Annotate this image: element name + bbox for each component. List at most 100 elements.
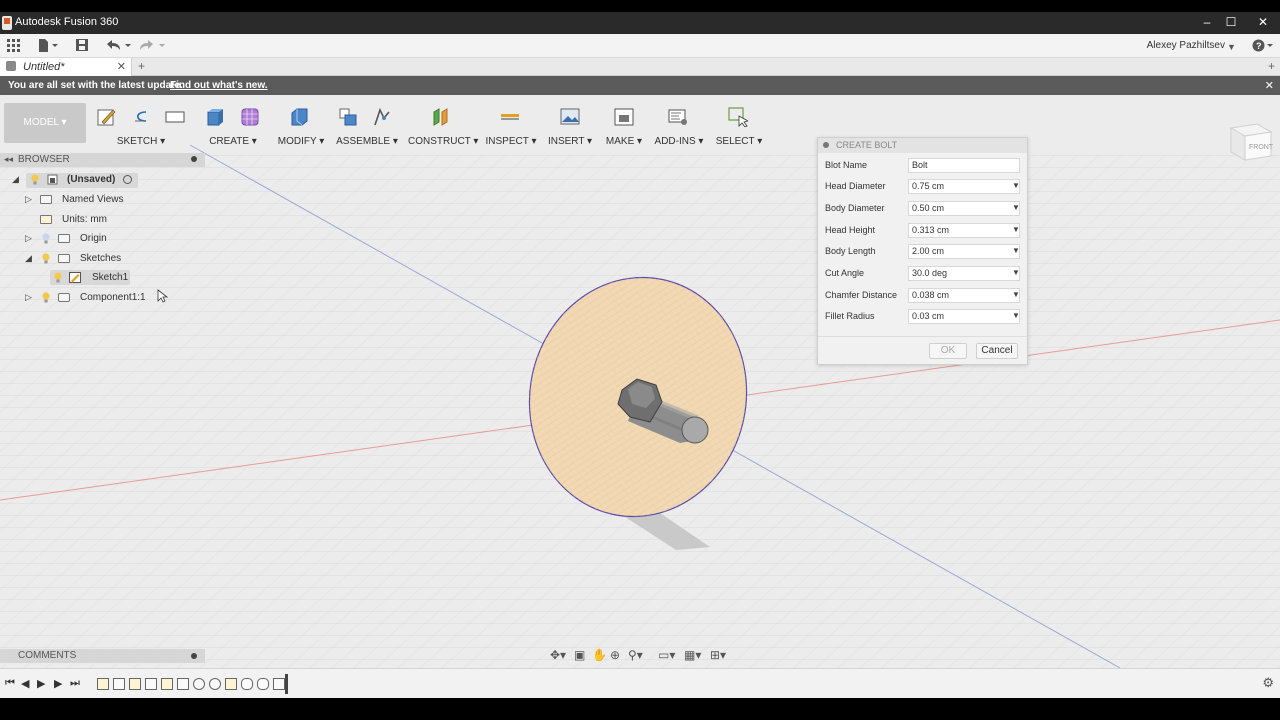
browser-item-component1[interactable]: ▷ Component1:1 [0,290,205,306]
step-back-icon[interactable]: ◀ [21,677,29,690]
head-diameter-input[interactable]: 0.75 cm [908,179,1020,194]
ribbon-group-inspect[interactable]: INSPECT ▾ [484,95,538,153]
close-window-button[interactable]: ✕ [1250,14,1276,32]
measure-icon[interactable] [500,107,520,127]
ribbon-group-sketch[interactable]: SKETCH ▾ [95,95,187,153]
dropdown-arrow-icon[interactable]: ▼ [1012,203,1020,212]
body-diameter-input[interactable]: 0.50 cm [908,201,1020,216]
comments-panel-header[interactable]: COMMENTS [0,649,205,663]
user-chevron-down-icon[interactable]: ▼ [1227,40,1236,54]
press-pull-icon[interactable] [289,107,309,127]
offset-plane-icon[interactable] [431,107,451,127]
browser-header[interactable]: ◂◂ BROWSER [0,153,205,167]
browser-item-units[interactable]: Units: mm [0,212,205,228]
ribbon-group-select[interactable]: SELECT ▾ [714,95,764,153]
display-settings-icon[interactable]: ▭▾ [658,648,675,662]
activate-radio-icon[interactable] [123,175,132,184]
cancel-button[interactable]: Cancel [976,343,1018,359]
timeline-sketch-feature-icon[interactable] [97,678,109,690]
pan-hand-icon[interactable]: ✋ [592,648,607,662]
ribbon-group-create[interactable]: CREATE ▾ [200,95,266,153]
browser-item-named-views[interactable]: ▷ Named Views [0,192,205,208]
ribbon-group-construct[interactable]: CONSTRUCT ▾ [408,95,478,153]
look-at-icon[interactable]: ▣ [574,648,585,662]
visibility-bulb-icon[interactable] [53,272,63,283]
timeline-feature-icon[interactable] [177,678,189,690]
dialog-header[interactable]: CREATE BOLT [818,138,1027,153]
browser-item-root[interactable]: ◢ (Unsaved) [0,172,205,188]
new-component-icon[interactable] [338,107,358,127]
grid-snap-icon[interactable]: ▦▾ [684,648,701,662]
notification-close-icon[interactable]: ✕ [1265,79,1274,92]
browser-item-origin[interactable]: ▷ Origin [0,231,205,247]
redo-icon[interactable] [140,39,166,55]
viewports-icon[interactable]: ⊞▾ [710,648,726,662]
dropdown-arrow-icon[interactable]: ▼ [1012,268,1020,277]
save-icon[interactable] [76,39,88,54]
visibility-bulb-icon[interactable] [41,233,51,244]
zoom-icon[interactable]: ⚲▾ [628,648,643,662]
ribbon-group-insert[interactable]: INSERT ▾ [546,95,594,153]
browser-item-sketch1[interactable]: Sketch1 [0,270,205,286]
cut-angle-input[interactable]: 30.0 deg [908,266,1020,281]
timeline-sketch-feature-icon[interactable] [225,678,237,690]
form-tspline-icon[interactable] [240,107,260,127]
line-tool-icon[interactable] [131,107,151,127]
ribbon-group-assemble[interactable]: ASSEMBLE ▾ [334,95,400,153]
timeline-settings-gear-icon[interactable]: ⚙ [1262,675,1274,691]
whats-new-link[interactable]: Find out what's new. [170,80,268,91]
file-menu-icon[interactable] [38,39,58,55]
visibility-bulb-icon[interactable] [30,174,40,185]
select-tool-icon[interactable] [728,107,748,127]
visibility-bulb-icon[interactable] [41,253,51,264]
ribbon-group-addins[interactable]: ADD-INS ▾ [654,95,704,153]
timeline-feature-icon[interactable] [145,678,157,690]
scripts-addins-icon[interactable] [668,107,688,127]
play-icon[interactable]: ▶ [37,677,45,690]
joint-icon[interactable] [372,107,392,127]
blot-name-input[interactable]: Bolt [908,158,1020,173]
tab-bar-new-tab-icon[interactable]: + [1268,59,1275,73]
new-tab-plus-icon[interactable]: + [138,59,145,73]
timeline-thread-icon[interactable] [273,678,285,690]
help-icon[interactable]: ? [1252,39,1274,55]
ribbon-group-make[interactable]: MAKE ▾ [602,95,646,153]
create-sketch-icon[interactable] [97,107,117,127]
go-to-end-icon[interactable]: ⏭ [70,677,80,690]
extrude-icon[interactable] [206,107,226,127]
fillet-radius-input[interactable]: 0.03 cm [908,309,1020,324]
timeline-sketch-feature-icon[interactable] [129,678,141,690]
view-cube[interactable]: FRONT [1225,118,1275,162]
rectangle-tool-icon[interactable] [165,107,185,127]
timeline-revolve-icon[interactable] [209,678,221,690]
expand-arrow-icon[interactable]: ◢ [12,174,19,185]
browser-item-sketches[interactable]: ◢ Sketches [0,251,205,267]
data-panel-grid-icon[interactable] [7,39,20,55]
minimize-button[interactable]: – [1194,14,1220,32]
timeline-sketch-feature-icon[interactable] [161,678,173,690]
expand-arrow-icon[interactable]: ▷ [25,292,32,303]
user-account-menu[interactable]: Alexey Pazhiltsev [1147,40,1225,51]
3d-print-icon[interactable] [614,107,634,127]
undo-icon[interactable] [106,39,132,55]
dropdown-arrow-icon[interactable]: ▼ [1012,225,1020,234]
timeline-feature-icon[interactable] [113,678,125,690]
go-to-start-icon[interactable]: ⏮ [5,677,15,690]
orbit-icon[interactable]: ✥▾ [550,648,566,662]
step-forward-icon[interactable]: ▶ [54,677,62,690]
workspace-switcher[interactable]: MODEL ▾ [4,103,86,143]
dialog-collapse-icon[interactable] [823,142,829,148]
visibility-bulb-icon[interactable] [41,292,51,303]
dropdown-arrow-icon[interactable]: ▼ [1012,311,1020,320]
body-length-input[interactable]: 2.00 cm [908,244,1020,259]
comments-pin-icon[interactable] [191,653,197,659]
expand-arrow-icon[interactable]: ▷ [25,194,32,205]
timeline-chamfer-icon[interactable] [241,678,253,690]
dropdown-arrow-icon[interactable]: ▼ [1012,246,1020,255]
expand-arrow-icon[interactable]: ▷ [25,233,32,244]
ok-button[interactable]: OK [929,343,967,359]
timeline-marker[interactable] [285,674,288,694]
timeline-fillet-icon[interactable] [257,678,269,690]
chamfer-distance-input[interactable]: 0.038 cm [908,288,1020,303]
head-height-input[interactable]: 0.313 cm [908,223,1020,238]
